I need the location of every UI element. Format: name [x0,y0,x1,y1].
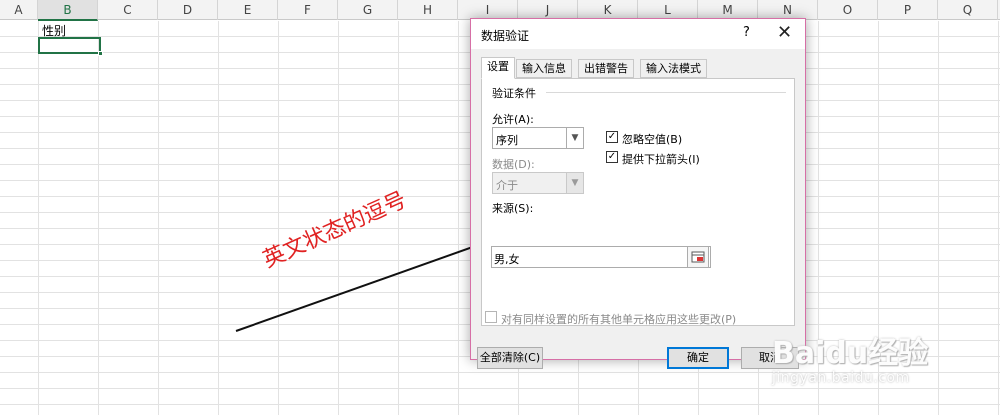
help-icon[interactable]: ? [743,25,750,40]
source-input[interactable]: 男,女 [491,246,711,268]
close-icon[interactable]: ✕ [777,22,792,43]
allow-value: 序列 [496,134,518,147]
range-select-button[interactable] [687,246,709,268]
dropdown-arrow-checkbox[interactable]: ✓ [606,151,618,163]
tab-input-message[interactable]: 输入信息 [516,59,572,78]
data-value: 介于 [496,179,518,192]
data-label: 数据(D): [492,158,535,171]
range-picker-icon [691,251,705,263]
allow-label: 允许(A): [492,113,534,126]
source-label: 来源(S): [492,202,534,215]
chevron-down-icon: ▼ [566,173,583,193]
source-value: 男,女 [494,253,520,266]
tab-error-alert[interactable]: 出错警告 [578,59,634,78]
tab-ime-mode[interactable]: 输入法模式 [640,59,707,78]
allow-select[interactable]: 序列 ▼ [492,127,584,149]
settings-panel: 验证条件 允许(A): 序列 ▼ ✓ 忽略空值(B) ✓ 提供下拉箭头(I) 数… [481,78,795,326]
watermark-url: jingyan.baidu.com [772,370,910,386]
clear-all-button[interactable]: 全部清除(C) [477,347,543,369]
ignore-blank-label: 忽略空值(B) [622,133,683,146]
apply-all-label: 对有同样设置的所有其他单元格应用这些更改(P) [501,313,737,326]
dialog-titlebar[interactable]: 数据验证 ? ✕ [471,19,805,49]
group-divider [546,92,786,93]
dialog-body: 设置 输入信息 出错警告 输入法模式 验证条件 允许(A): 序列 ▼ ✓ 忽略… [471,49,805,369]
watermark: Baidu经验 jingyan.baidu.com [772,328,992,398]
dialog-title: 数据验证 [481,29,530,43]
apply-all-checkbox [485,311,497,323]
ignore-blank-checkbox[interactable]: ✓ [606,131,618,143]
data-select: 介于 ▼ [492,172,584,194]
group-title: 验证条件 [492,87,536,100]
ok-button[interactable]: 确定 [667,347,729,369]
dropdown-arrow-label: 提供下拉箭头(I) [622,153,700,166]
watermark-brand: Baidu经验 [772,336,929,371]
data-validation-dialog: 数据验证 ? ✕ 设置 输入信息 出错警告 输入法模式 验证条件 允许(A): … [470,18,806,369]
chevron-down-icon: ▼ [566,128,583,148]
tab-settings[interactable]: 设置 [481,57,515,79]
